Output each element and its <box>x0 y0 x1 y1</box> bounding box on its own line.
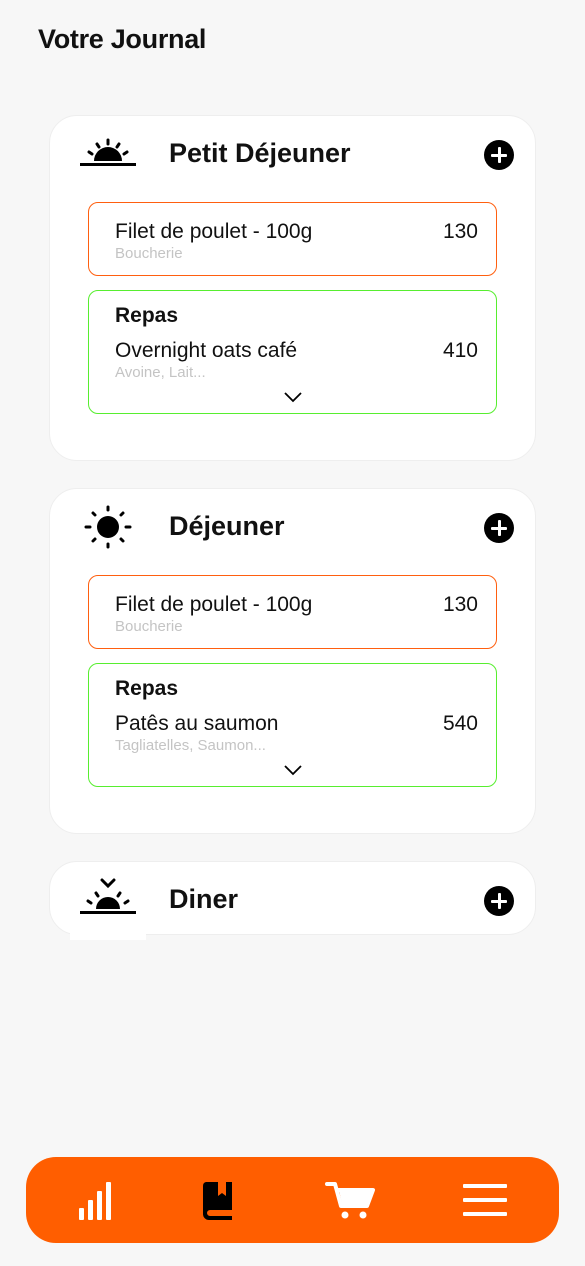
recipe-kcal: 410 <box>442 339 478 362</box>
meal-title: Déjeuner <box>169 511 285 541</box>
plus-circle-icon[interactable] <box>484 886 514 916</box>
nav-cart[interactable] <box>323 1176 379 1224</box>
meal-card-breakfast: Petit Déjeuner Filet de poulet - 100g 13… <box>49 115 536 461</box>
meal-title: Petit Déjeuner <box>169 138 351 168</box>
nav-menu[interactable] <box>460 1176 510 1224</box>
meal-header: Petit Déjeuner <box>50 116 535 192</box>
meal-card-lunch: Déjeuner Filet de poulet - 100g 130 Bouc… <box>49 488 536 834</box>
ingredient-item[interactable]: Filet de poulet - 100g 130 Boucherie <box>88 202 497 276</box>
chevron-down-icon[interactable] <box>283 391 303 403</box>
recipe-label: Repas <box>115 677 179 700</box>
meal-title: Diner <box>169 884 239 914</box>
menu-icon <box>463 1184 507 1216</box>
recipe-kcal: 540 <box>442 712 478 735</box>
recipe-name: Overnight oats café <box>115 339 298 362</box>
sunset-icon <box>80 878 136 914</box>
recipe-name: Patês au saumon <box>115 712 279 735</box>
meal-card-dinner: Diner <box>49 861 536 935</box>
recipe-item[interactable]: Repas Patês au saumon 540 Tagliatelles, … <box>88 663 497 787</box>
page-title: Votre Journal <box>38 24 207 54</box>
stats-bars-icon <box>79 1182 111 1220</box>
meal-header: Diner <box>50 862 535 938</box>
recipe-label: Repas <box>115 304 179 327</box>
bottom-nav <box>26 1157 559 1243</box>
journal-book-icon <box>202 1182 232 1220</box>
chevron-down-icon[interactable] <box>283 764 303 776</box>
plus-circle-icon[interactable] <box>484 140 514 170</box>
meal-header: Déjeuner <box>50 489 535 565</box>
recipe-ingredients: Avoine, Lait... <box>115 364 206 381</box>
sunrise-icon <box>80 138 136 166</box>
card-edge <box>70 932 146 940</box>
sun-icon <box>84 505 132 549</box>
ingredient-category: Boucherie <box>115 245 183 262</box>
ingredient-name: Filet de poulet - 100g <box>115 220 313 243</box>
nav-stats[interactable] <box>70 1176 120 1224</box>
ingredient-kcal: 130 <box>442 220 478 243</box>
ingredient-category: Boucherie <box>115 618 183 635</box>
ingredient-name: Filet de poulet - 100g <box>115 593 313 616</box>
nav-journal[interactable] <box>193 1176 243 1224</box>
recipe-item[interactable]: Repas Overnight oats café 410 Avoine, La… <box>88 290 497 414</box>
ingredient-kcal: 130 <box>442 593 478 616</box>
plus-circle-icon[interactable] <box>484 513 514 543</box>
ingredient-item[interactable]: Filet de poulet - 100g 130 Boucherie <box>88 575 497 649</box>
shopping-cart-icon <box>325 1182 375 1219</box>
recipe-ingredients: Tagliatelles, Saumon... <box>115 737 266 754</box>
